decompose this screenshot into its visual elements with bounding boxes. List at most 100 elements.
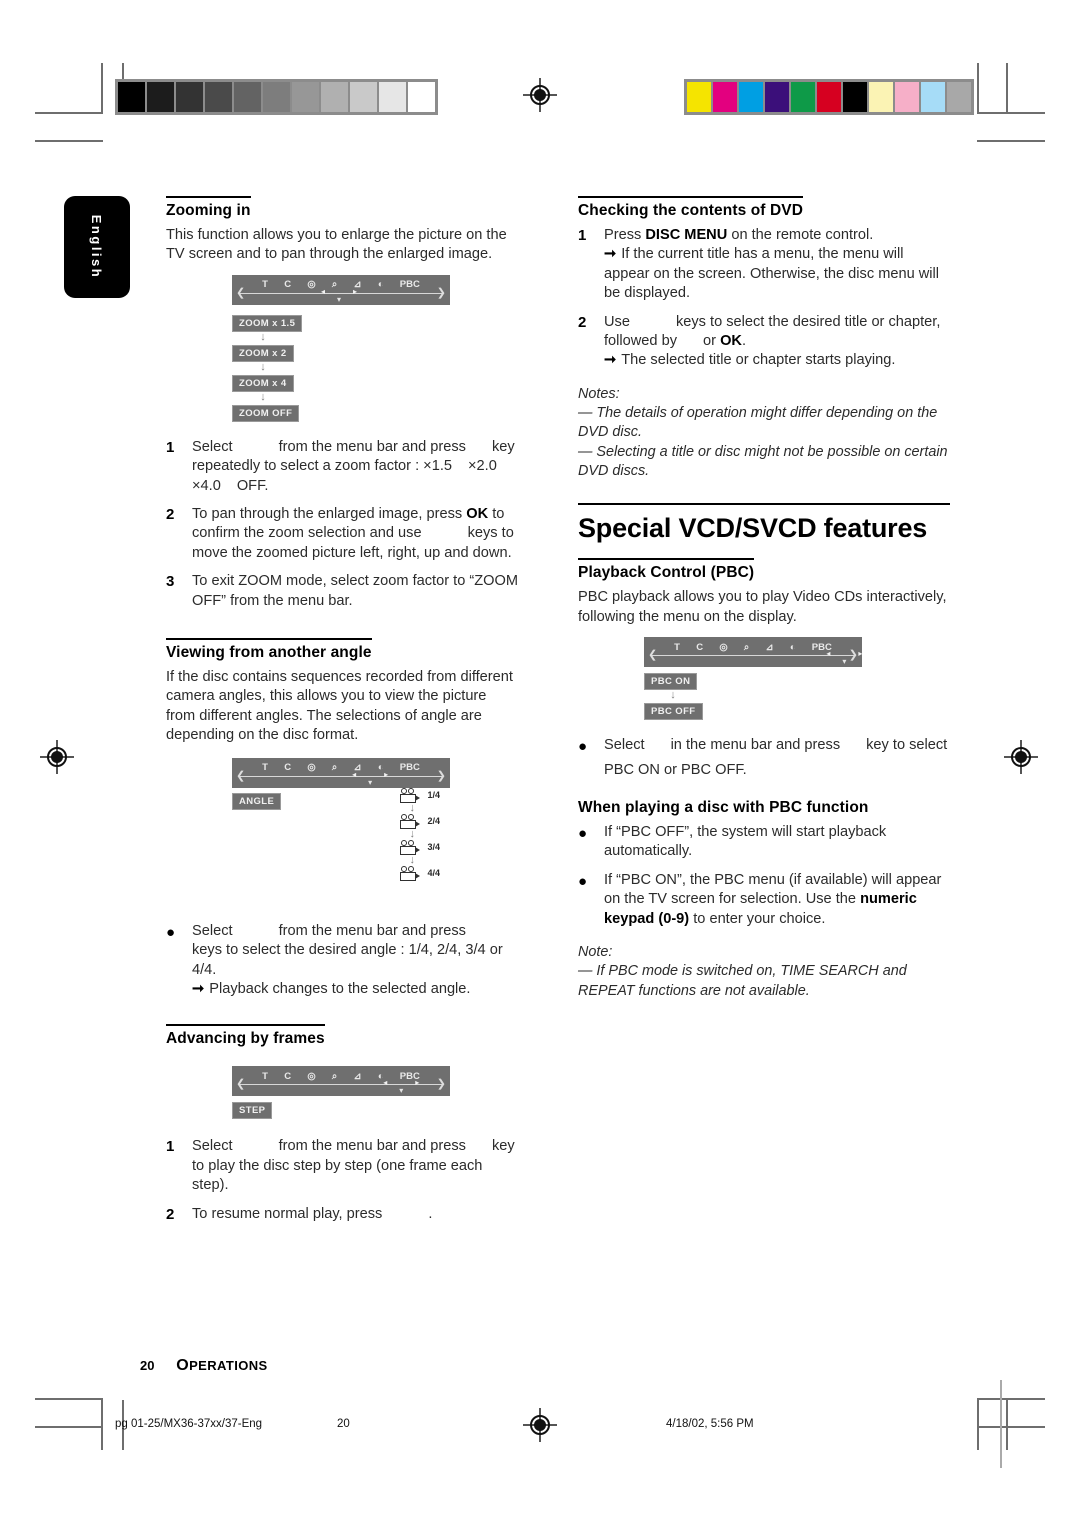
bullet-text-part: Select <box>192 922 233 939</box>
calibration-swatch <box>292 82 319 112</box>
down-arrow-icon: ↓ <box>670 689 676 702</box>
bullet-text-part: in the menu bar and press <box>670 737 841 754</box>
bullet-icon: ● <box>578 738 588 756</box>
crop-mark-top-left-h2 <box>35 140 103 142</box>
step-number: 2 <box>578 313 587 331</box>
step-text-part: OFF. <box>236 477 269 494</box>
step-text-part: Use <box>604 313 630 330</box>
step-text-part: from the menu bar and press <box>278 438 466 455</box>
osd-cursor-right: ▸ <box>353 286 358 296</box>
calibration-swatch <box>921 82 945 112</box>
zoom-box: ZOOM x 4 <box>232 374 294 392</box>
osd-cursor-caret: ▾ <box>842 657 847 667</box>
osd-cursor-caret: ▾ <box>399 1086 404 1096</box>
osd-icon-T: T <box>262 279 268 291</box>
osd-cursor-caret: ▾ <box>337 294 342 304</box>
step-text-part: ×4.0 <box>192 477 221 494</box>
registration-mark-top <box>523 78 557 112</box>
zooming-in-heading: Zooming in <box>166 196 251 220</box>
osd-icon-step-icon: ◐ <box>377 279 384 291</box>
crop-mark-bottom-right-h2 <box>977 1426 1045 1428</box>
special-features-heading: Special VCD/SVCD features <box>578 503 950 544</box>
calibration-swatch <box>379 82 406 112</box>
grayscale-calibration-bar <box>115 79 438 115</box>
bullet-icon: ● <box>578 872 588 890</box>
osd-icon-step-icon: ◐ <box>789 641 796 653</box>
angle-label: 1/4 <box>427 790 440 801</box>
step-text: To exit ZOOM mode, select zoom factor to… <box>192 573 519 609</box>
list-item: ● If “PBC OFF”, the system will start pl… <box>578 823 950 862</box>
osd-icon-repeat-icon: ◎ <box>307 762 316 774</box>
crop-mark-top-left-v <box>101 63 103 113</box>
language-tab: English <box>64 196 130 298</box>
section-label: OPERATIONS <box>176 1357 268 1374</box>
crop-mark-bottom-right-v2 <box>1006 1400 1008 1450</box>
osd-icon-T: T <box>674 641 680 653</box>
right-column: Checking the contents of DVD 1 Press DIS… <box>578 196 950 1001</box>
list-item: 1 Select from the menu bar and press key r… <box>166 438 518 496</box>
step-text-part: . <box>741 333 747 350</box>
crop-mark-bottom-right-v <box>977 1400 979 1450</box>
pbc-box: PBC ON <box>644 673 698 691</box>
osd-cursor-left: ◂ <box>321 286 326 296</box>
color-calibration-bar <box>684 79 974 115</box>
osd-icon-angle-icon: ⊿ <box>353 1070 362 1082</box>
dvd-notes: Notes: — The details of operation might … <box>578 385 950 481</box>
pbc-intro: PBC playback allows you to play Video CD… <box>578 589 947 625</box>
pbc-playing-heading: When playing a disc with PBC function <box>578 798 869 816</box>
bullet-text: Select from the menu bar and press keys to… <box>192 922 518 1000</box>
osd-icon-step-icon: ◐ <box>377 762 384 774</box>
calibration-swatch <box>350 82 377 112</box>
osd-icon-T: T <box>262 762 268 774</box>
zoom-box: ZOOM x 1.5 <box>232 314 303 332</box>
bullet-text-part: Select <box>604 737 645 754</box>
note-item: — If PBC mode is switched on, TIME SEARC… <box>578 963 907 999</box>
down-arrow-icon: ↓ <box>409 827 415 840</box>
step-arrow-text: The selected title or chapter starts pla… <box>621 352 896 369</box>
osd-icon-C: C <box>284 1070 292 1082</box>
step-text: Press DISC MENU on the remote control. ➞… <box>604 226 950 304</box>
osd-icon-repeat-icon: ◎ <box>307 1070 316 1082</box>
print-slug-file: pg 01-25/MX36-37xx/37-Eng <box>115 1418 263 1430</box>
osd-cursor-right: ▸ <box>858 649 863 659</box>
calibration-swatch <box>765 82 789 112</box>
osd-menubar-angle: T C ◎ ⌕ ⊿ ◐ PBC ❮ ❯ ◂ ▸ ▾ ANGLE 1/4 ↓ 2/4 ↓ 3/4 ↓… <box>232 757 450 881</box>
calibration-swatch <box>118 82 145 112</box>
crop-mark-bottom-left-v <box>101 1400 103 1450</box>
print-slug-page: 20 <box>337 1418 350 1430</box>
camera-icon <box>400 865 422 881</box>
bullet-text-part: from the menu bar and press <box>278 922 466 939</box>
step-text-part: or <box>703 333 716 350</box>
step-text-part: . <box>428 1205 433 1222</box>
bullet-text-part: keys to select the desired angle : 1/4, … <box>192 942 503 978</box>
step-number: 1 <box>166 1138 175 1156</box>
calibration-swatch <box>869 82 893 112</box>
camera-icon <box>400 839 422 855</box>
crop-mark-top-right-h <box>977 112 1045 114</box>
arrow-icon: ➞ <box>192 980 205 997</box>
arrow-icon: ➞ <box>604 352 617 369</box>
camera-icon <box>400 813 422 829</box>
crop-mark-top-right-v <box>977 63 979 113</box>
list-item: 2 To pan through the enlarged image, pre… <box>166 505 518 563</box>
list-item: ● If “PBC ON”, the PBC menu (if availabl… <box>578 871 950 929</box>
crop-mark-top-right-v2 <box>1006 63 1008 113</box>
down-arrow-icon: ↓ <box>409 801 415 814</box>
bullet-text-part: key to select <box>866 737 948 754</box>
pbc-notes: Note: — If PBC mode is switched on, TIME… <box>578 943 950 1001</box>
zoom-box: ZOOM OFF <box>232 404 300 422</box>
zoom-box-sequence: ZOOM x 1.5 ↓ ZOOM x 2 ↓ ZOOM x 4 ↓ ZOOM … <box>232 313 518 422</box>
step-arrow-text: If the current title has a menu, the men… <box>604 246 940 302</box>
step-text: To resume normal play, press. <box>192 1205 518 1225</box>
step-text: Use keys to select the desired title or c… <box>604 313 950 371</box>
step-number: 1 <box>578 227 587 244</box>
arrow-icon: ➞ <box>604 246 617 263</box>
page-footer: 20 OPERATIONS <box>140 1357 268 1375</box>
crop-mark-bottom-left-h2 <box>35 1426 103 1428</box>
list-item: 1 Press DISC MENU on the remote control.… <box>578 226 950 304</box>
note-item: — Selecting a title or disc might not be… <box>578 443 948 480</box>
crop-mark-bottom-left-h <box>35 1398 103 1400</box>
list-item: 2 Use keys to select the desired title or… <box>578 313 950 371</box>
list-item: 2 To resume normal play, press. <box>166 1205 518 1225</box>
osd-icon-zoom-icon: ⌕ <box>331 1070 338 1082</box>
